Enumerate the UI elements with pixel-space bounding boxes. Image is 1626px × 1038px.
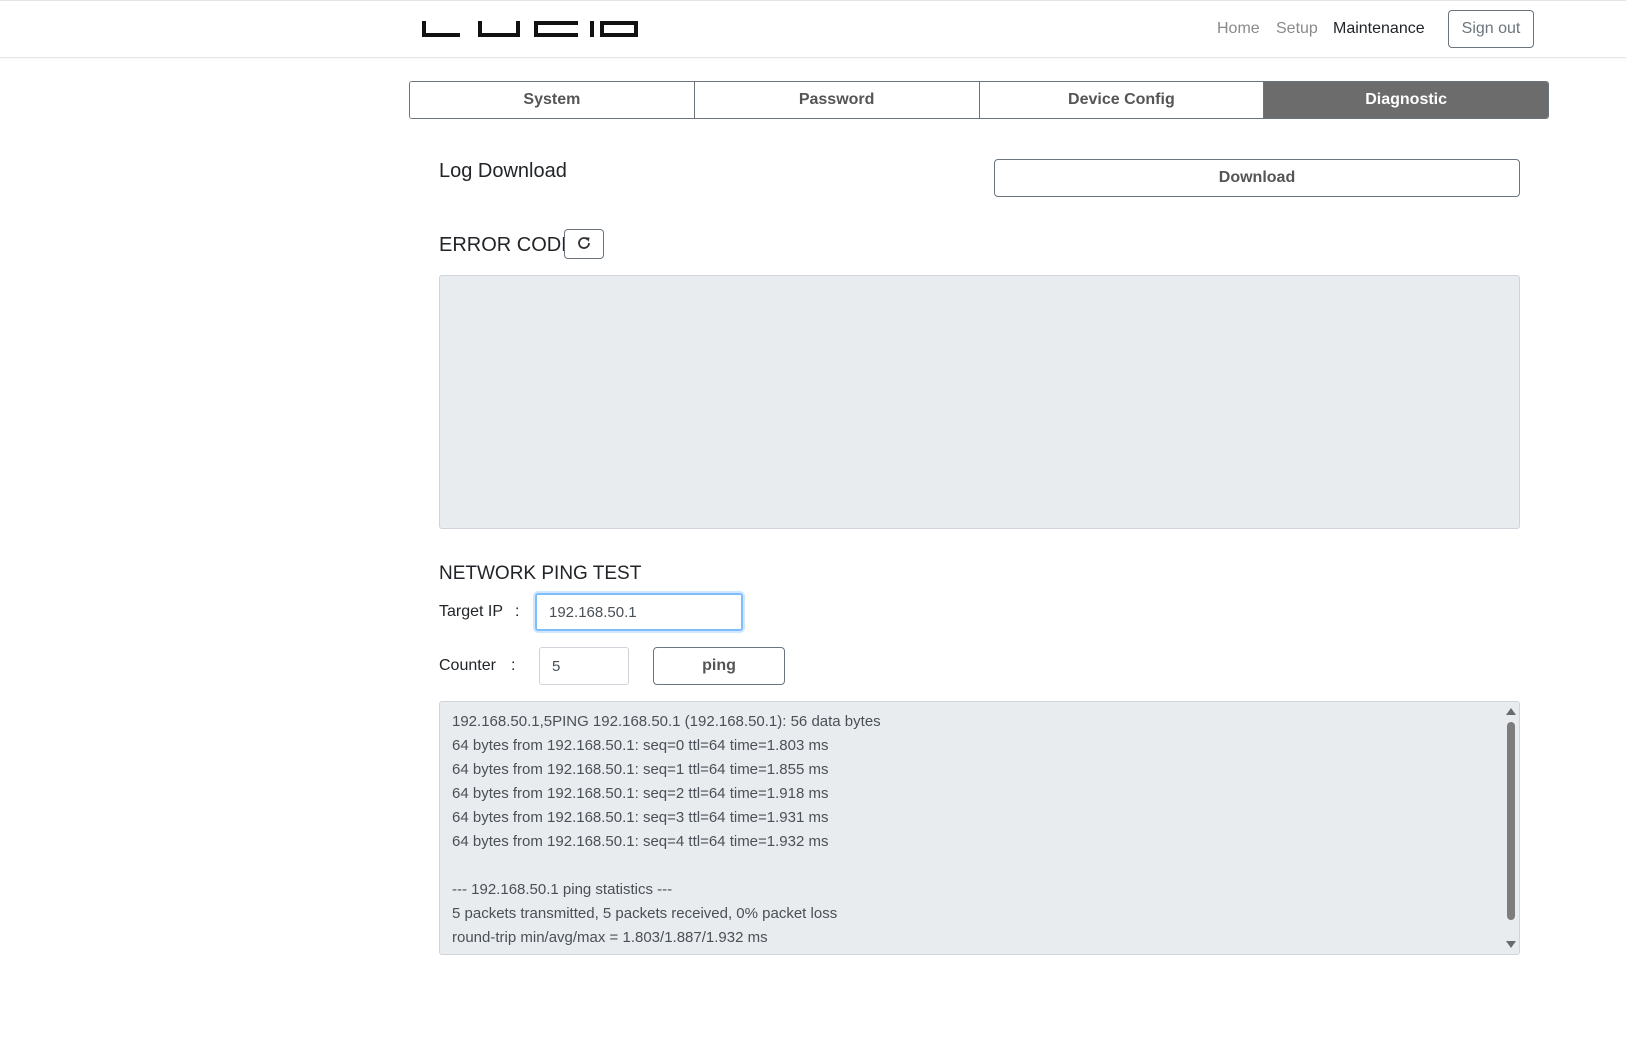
counter-input[interactable]: [539, 647, 629, 685]
target-ip-colon: :: [515, 603, 520, 620]
ping-output-line: 5 packets transmitted, 5 packets receive…: [452, 905, 838, 922]
ping-output-line: [452, 854, 1507, 878]
tab-device-config[interactable]: Device Config: [979, 82, 1265, 118]
error-code-title: ERROR CODE: [439, 234, 575, 256]
download-button[interactable]: Download: [994, 159, 1520, 197]
refresh-icon: [576, 235, 592, 254]
ping-output-line: round-trip min/avg/max = 1.803/1.887/1.9…: [452, 929, 768, 946]
target-ip-input[interactable]: [535, 593, 743, 631]
scroll-up-arrow-icon[interactable]: [1506, 708, 1516, 715]
ping-output[interactable]: 192.168.50.1,5PING 192.168.50.1 (192.168…: [439, 701, 1520, 955]
ping-output-line: 64 bytes from 192.168.50.1: seq=2 ttl=64…: [452, 785, 829, 802]
error-code-output: [439, 275, 1520, 529]
scroll-down-arrow-icon[interactable]: [1506, 941, 1516, 948]
sign-out-button[interactable]: Sign out: [1448, 10, 1534, 48]
counter-colon: :: [511, 657, 516, 674]
ping-output-line: 64 bytes from 192.168.50.1: seq=4 ttl=64…: [452, 833, 829, 850]
tab-system[interactable]: System: [410, 82, 695, 118]
refresh-error-code-button[interactable]: [564, 229, 604, 259]
ping-output-line: 192.168.50.1,5PING 192.168.50.1 (192.168…: [452, 713, 881, 730]
nav-home-link[interactable]: Home: [1217, 20, 1260, 38]
tab-diagnostic[interactable]: Diagnostic: [1264, 82, 1548, 118]
log-download-title: Log Download: [439, 160, 567, 182]
target-ip-label: Target IP: [439, 603, 504, 620]
ping-test-title: NETWORK PING TEST: [439, 563, 642, 584]
nav-setup-link[interactable]: Setup: [1276, 20, 1318, 38]
ping-output-line: --- 192.168.50.1 ping statistics ---: [452, 881, 673, 898]
ping-output-line: 64 bytes from 192.168.50.1: seq=0 ttl=64…: [452, 737, 829, 754]
top-navbar: Home Setup Maintenance Sign out: [0, 0, 1626, 58]
ping-output-line: 64 bytes from 192.168.50.1: seq=1 ttl=64…: [452, 761, 829, 778]
scroll-thumb[interactable]: [1507, 722, 1515, 920]
ping-output-line: 64 bytes from 192.168.50.1: seq=3 ttl=64…: [452, 809, 829, 826]
maintenance-tabs: System Password Device Config Diagnostic: [409, 81, 1549, 119]
output-scrollbar[interactable]: [1505, 704, 1517, 952]
lucid-logo[interactable]: [422, 19, 642, 41]
ping-button[interactable]: ping: [653, 647, 785, 685]
tab-password[interactable]: Password: [694, 82, 980, 118]
nav-maintenance-link[interactable]: Maintenance: [1333, 20, 1425, 38]
counter-label: Counter: [439, 657, 496, 674]
